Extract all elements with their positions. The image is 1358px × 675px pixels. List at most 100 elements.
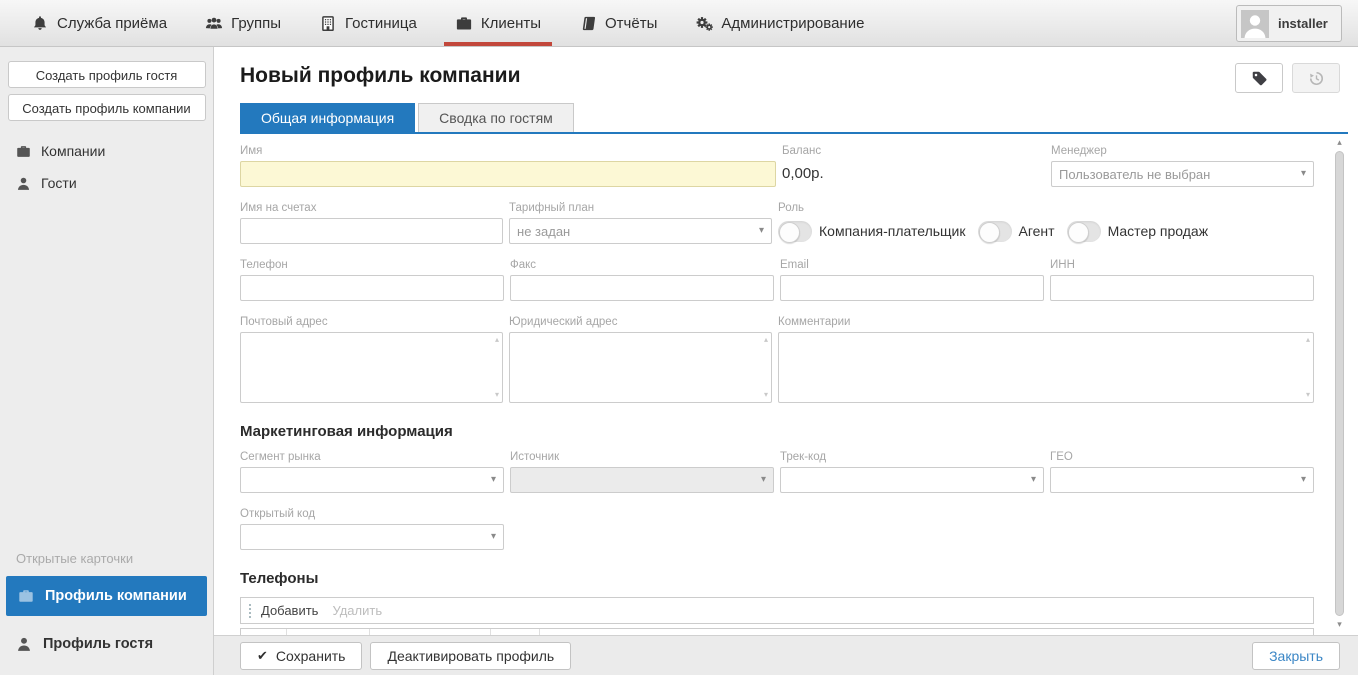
nav-label: Гостиница (345, 15, 417, 32)
source-select[interactable]: ▾ (510, 467, 774, 493)
bell-icon (31, 15, 49, 32)
source-label: Источник (510, 450, 774, 464)
scroll-down-icon[interactable]: ▾ (1334, 620, 1345, 629)
nav-clients[interactable]: Клиенты (442, 0, 554, 46)
legal-address-label: Юридический адрес (509, 315, 772, 329)
market-segment-label: Сегмент рынка (240, 450, 504, 464)
deactivate-button-label: Деактивировать профиль (387, 648, 554, 664)
balance-value: 0,00р. (782, 161, 1045, 187)
nav-label: Администрирование (721, 15, 864, 32)
agent-toggle[interactable] (978, 221, 1012, 242)
manager-select-value: Пользователь не выбран (1059, 167, 1210, 182)
track-code-label: Трек-код (780, 450, 1044, 464)
tab-general-info[interactable]: Общая информация (240, 103, 415, 132)
billing-name-input[interactable] (240, 218, 503, 244)
sales-master-toggle[interactable] (1067, 221, 1101, 242)
save-button[interactable]: ✔ Сохранить (240, 642, 362, 670)
open-card-company-profile[interactable]: Профиль компании (6, 576, 207, 616)
email-input[interactable] (780, 275, 1044, 301)
open-code-select[interactable]: ▾ (240, 524, 504, 550)
column-header-email[interactable]: Email (491, 629, 541, 635)
username-label: installer (1278, 16, 1328, 31)
sidebar-item-companies[interactable]: Компании (0, 135, 213, 167)
close-button[interactable]: Закрыть (1252, 642, 1340, 670)
nav-hotel[interactable]: Гостиница (306, 0, 430, 46)
chevron-down-icon: ▾ (759, 226, 764, 236)
chevron-down-icon: ▾ (761, 475, 766, 485)
history-button[interactable] (1292, 63, 1340, 93)
chevron-down-icon: ▾ (491, 532, 496, 542)
nav-label: Группы (231, 15, 281, 32)
payer-company-toggle-label: Компания-плательщик (819, 223, 965, 239)
fax-input[interactable] (510, 275, 774, 301)
manager-label: Менеджер (1051, 144, 1314, 158)
comments-textarea[interactable] (779, 333, 1313, 402)
person-icon (16, 636, 32, 652)
tariff-plan-label: Тарифный план (509, 201, 772, 215)
legal-address-textarea[interactable] (510, 333, 771, 402)
payer-company-toggle[interactable] (778, 221, 812, 242)
scrollbar-thumb[interactable] (1335, 151, 1344, 616)
manager-select[interactable]: Пользователь не выбран ▾ (1051, 161, 1314, 187)
history-icon (1308, 70, 1325, 87)
phones-table-header: ФИО Должность Номер телефона Email ▾ (240, 628, 1314, 635)
users-icon (205, 15, 223, 32)
tariff-plan-select[interactable]: не задан ▾ (509, 218, 772, 244)
vertical-scrollbar[interactable]: ▴ ▾ (1334, 138, 1345, 629)
billing-name-label: Имя на счетах (240, 201, 503, 215)
building-icon (319, 15, 337, 32)
track-code-select[interactable]: ▾ (780, 467, 1044, 493)
nav-administration[interactable]: Администрирование (682, 0, 877, 46)
column-header-position[interactable]: Должность (287, 629, 370, 635)
chevron-down-icon: ▾ (1031, 475, 1036, 485)
geo-select[interactable]: ▾ (1050, 467, 1314, 493)
nav-front-desk[interactable]: Служба приёма (18, 0, 180, 46)
check-icon: ✔ (257, 648, 268, 664)
open-cards-heading: Открытые карточки (0, 551, 213, 576)
deactivate-profile-button[interactable]: Деактивировать профиль (370, 642, 571, 670)
open-card-guest-profile[interactable]: Профиль гостя (0, 624, 213, 664)
main-content: Новый профиль компании Общая информация … (214, 47, 1358, 635)
marketing-section-heading: Маркетинговая информация (240, 423, 1314, 440)
column-header-phone-number[interactable]: Номер телефона (370, 629, 490, 635)
open-card-label: Профиль гостя (43, 636, 153, 652)
email-label: Email (780, 258, 1044, 272)
agent-toggle-label: Агент (1019, 223, 1055, 239)
avatar (1241, 10, 1269, 38)
user-silhouette-icon (1241, 10, 1269, 38)
name-label: Имя (240, 144, 776, 158)
tab-guest-summary[interactable]: Сводка по гостям (418, 103, 574, 132)
briefcase-icon (18, 588, 34, 604)
drag-grip-icon[interactable] (249, 604, 251, 618)
nav-groups[interactable]: Группы (192, 0, 294, 46)
table-header-filler: ▾ (540, 629, 1313, 635)
delete-phone-button[interactable]: Удалить (332, 603, 382, 618)
close-button-label: Закрыть (1269, 648, 1323, 664)
nav-reports[interactable]: Отчёты (566, 0, 670, 46)
geo-label: ГЕО (1050, 450, 1314, 464)
sidebar-item-label: Компании (41, 143, 105, 159)
postal-address-label: Почтовый адрес (240, 315, 503, 329)
phones-section-heading: Телефоны (240, 570, 1314, 587)
column-header-fio[interactable]: ФИО (241, 629, 287, 635)
create-company-profile-button[interactable]: Создать профиль компании (8, 94, 206, 121)
page-title: Новый профиль компании (240, 64, 1358, 88)
sidebar-item-guests[interactable]: Гости (0, 167, 213, 199)
inn-input[interactable] (1050, 275, 1314, 301)
gears-icon (695, 15, 713, 32)
company-profile-form: Имя Баланс 0,00р. Менеджер Пользователь … (214, 134, 1358, 635)
phone-label: Телефон (240, 258, 504, 272)
comments-label: Комментарии (778, 315, 1314, 329)
market-segment-select[interactable]: ▾ (240, 467, 504, 493)
phone-input[interactable] (240, 275, 504, 301)
chevron-down-icon: ▾ (1301, 475, 1306, 485)
tags-button[interactable] (1235, 63, 1283, 93)
name-input[interactable] (240, 161, 776, 187)
open-code-label: Открытый код (240, 507, 504, 521)
postal-address-textarea[interactable] (241, 333, 502, 402)
user-badge[interactable]: installer (1236, 5, 1342, 42)
add-phone-button[interactable]: Добавить (261, 603, 318, 618)
create-guest-profile-button[interactable]: Создать профиль гостя (8, 61, 206, 88)
chevron-down-icon: ▾ (491, 475, 496, 485)
scroll-up-icon[interactable]: ▴ (1334, 138, 1345, 147)
